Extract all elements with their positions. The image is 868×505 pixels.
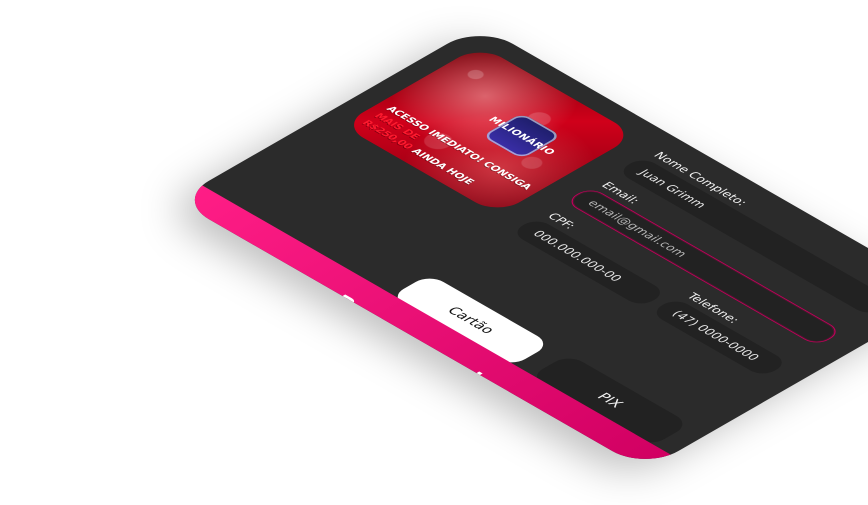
email-placeholder: email@gmail.com [584, 198, 691, 259]
pay-now-button[interactable]: Pagar agora! [175, 185, 672, 470]
cpf-value: 000.000.000-00 [529, 228, 626, 284]
banner-logo-text: MILIONÁRIO [485, 115, 558, 157]
checkout-card: MILIONÁRIO ACESSO IMEDIATO! CONSIGA MAIS… [175, 25, 868, 470]
banner-logo: MILIONÁRIO [481, 113, 562, 159]
page: MILIONÁRIO ACESSO IMEDIATO! CONSIGA MAIS… [0, 0, 868, 505]
iso-card-wrap: MILIONÁRIO ACESSO IMEDIATO! CONSIGA MAIS… [175, 25, 868, 470]
